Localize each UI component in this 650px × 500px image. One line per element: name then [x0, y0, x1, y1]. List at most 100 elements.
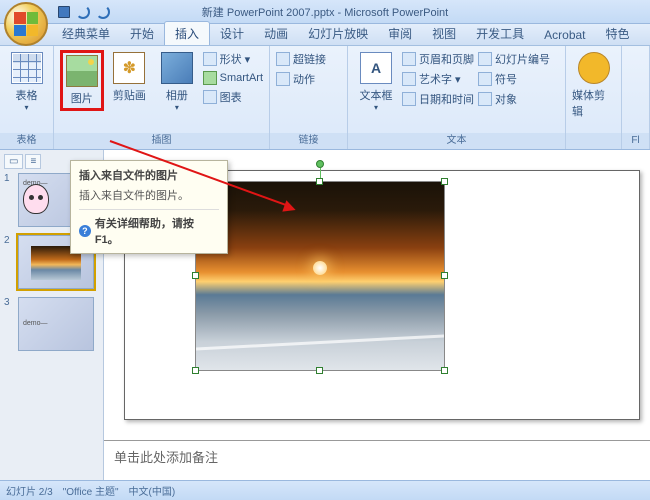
chevron-down-icon [24, 103, 28, 112]
media-icon [578, 52, 610, 84]
ribbon: 表格 表格 图片 剪贴画 相册 形状 ▾ SmartArt [0, 46, 650, 150]
object-button[interactable]: 对象 [478, 90, 550, 108]
textbox-button[interactable]: 文本框 [354, 50, 398, 112]
headerfooter-button[interactable]: 页眉和页脚 [402, 50, 474, 68]
textbox-icon [360, 52, 392, 84]
tab-dev[interactable]: 开发工具 [466, 22, 534, 45]
hyperlink-icon [276, 52, 290, 66]
notes-placeholder: 单击此处添加备注 [114, 450, 218, 465]
undo-icon[interactable] [76, 5, 90, 19]
redo-icon[interactable] [96, 5, 110, 19]
media-label: 媒体剪辑 [572, 87, 615, 119]
group-fl: Fl [622, 46, 650, 149]
datetime-icon [402, 92, 416, 106]
resize-handle-bm[interactable] [316, 367, 323, 374]
group-table: 表格 表格 [0, 46, 54, 149]
action-button[interactable]: 动作 [276, 70, 326, 88]
group-text-label: 文本 [348, 133, 565, 149]
album-button[interactable]: 相册 [155, 50, 199, 112]
status-bar: 幻灯片 2/3 "Office 主题" 中文(中国) [0, 480, 650, 500]
status-theme: "Office 主题" [63, 483, 119, 498]
face-graphic-icon [23, 184, 49, 214]
title-bar: 新建 PowerPoint 2007.pptx - Microsoft Powe… [0, 0, 650, 24]
tooltip-help: ? 有关详细帮助，请按 F1。 [79, 209, 219, 247]
wave-graphic [196, 334, 444, 350]
table-icon [11, 52, 43, 84]
tab-acrobat[interactable]: Acrobat [534, 25, 595, 45]
headerfooter-icon [402, 52, 416, 66]
thumb-tab-slides[interactable]: ▭ [4, 154, 23, 169]
tab-design[interactable]: 设计 [210, 22, 254, 45]
album-icon [161, 52, 193, 84]
resize-handle-tr[interactable] [441, 178, 448, 185]
hyperlink-button[interactable]: 超链接 [276, 50, 326, 68]
picture-label: 图片 [71, 90, 93, 106]
save-icon[interactable] [58, 6, 70, 18]
textbox-label: 文本框 [360, 87, 393, 103]
inserted-image[interactable] [195, 181, 445, 371]
group-text: 文本框 页眉和页脚 艺术字 ▾ 日期和时间 幻灯片编号 符号 对象 文本 [348, 46, 566, 149]
slidenum-icon [478, 52, 492, 66]
tab-view[interactable]: 视图 [422, 22, 466, 45]
group-illustration-label: 插图 [54, 133, 269, 149]
tab-insert[interactable]: 插入 [164, 21, 210, 45]
thumb-tab-outline[interactable]: ≡ [25, 154, 41, 169]
group-links: 超链接 动作 链接 [270, 46, 348, 149]
tooltip-body: 插入来自文件的图片。 [79, 187, 219, 203]
ribbon-tabs: 经典菜单 开始 插入 设计 动画 幻灯片放映 审阅 视图 开发工具 Acroba… [0, 24, 650, 46]
shapes-button[interactable]: 形状 ▾ [203, 50, 263, 68]
thumb-slide-3[interactable]: 3 demo— [4, 297, 99, 351]
group-illustrations: 图片 剪贴画 相册 形状 ▾ SmartArt 图表 插图 [54, 46, 270, 149]
wordart-button[interactable]: 艺术字 ▾ [402, 70, 474, 88]
resize-handle-mr[interactable] [441, 272, 448, 279]
notes-pane[interactable]: 单击此处添加备注 [104, 440, 650, 480]
group-links-label: 链接 [270, 133, 347, 149]
table-label: 表格 [16, 87, 38, 103]
table-button[interactable]: 表格 [6, 50, 47, 112]
resize-handle-tm[interactable] [316, 178, 323, 185]
smartart-button[interactable]: SmartArt [203, 70, 263, 86]
clipart-button[interactable]: 剪贴画 [108, 50, 152, 103]
group-media-label [566, 133, 621, 149]
resize-handle-br[interactable] [441, 367, 448, 374]
chevron-down-icon [374, 103, 378, 112]
tab-home[interactable]: 开始 [120, 22, 164, 45]
window-title: 新建 PowerPoint 2007.pptx - Microsoft Powe… [202, 4, 448, 20]
picture-icon [66, 55, 98, 87]
symbol-button[interactable]: 符号 [478, 70, 550, 88]
slidenum-button[interactable]: 幻灯片编号 [478, 50, 550, 68]
group-table-label: 表格 [0, 133, 53, 149]
chevron-down-icon [175, 103, 179, 112]
tab-animation[interactable]: 动画 [254, 22, 298, 45]
chart-icon [203, 90, 217, 104]
action-icon [276, 72, 290, 86]
symbol-icon [478, 72, 492, 86]
tab-classic[interactable]: 经典菜单 [52, 22, 120, 45]
clipart-icon [113, 52, 145, 84]
media-button[interactable]: 媒体剪辑 [572, 50, 615, 119]
picture-button[interactable]: 图片 [60, 50, 104, 111]
datetime-button[interactable]: 日期和时间 [402, 90, 474, 108]
group-media: 媒体剪辑 [566, 46, 622, 149]
sun-graphic [313, 261, 327, 275]
resize-handle-ml[interactable] [192, 272, 199, 279]
chart-button[interactable]: 图表 [203, 88, 263, 106]
wordart-icon [402, 72, 416, 86]
tab-review[interactable]: 审阅 [378, 22, 422, 45]
shapes-icon [203, 52, 217, 66]
office-logo-icon [14, 12, 38, 36]
status-lang: 中文(中国) [129, 483, 176, 498]
album-label: 相册 [166, 87, 188, 103]
help-icon: ? [79, 225, 91, 237]
group-fl-label: Fl [622, 133, 649, 149]
smartart-icon [203, 71, 217, 85]
clipart-label: 剪贴画 [113, 87, 146, 103]
thumb-preview-3: demo— [18, 297, 94, 351]
tab-slideshow[interactable]: 幻灯片放映 [298, 22, 378, 45]
rotate-handle[interactable] [316, 160, 324, 168]
resize-handle-bl[interactable] [192, 367, 199, 374]
tab-feature[interactable]: 特色 [596, 22, 640, 45]
quick-access-toolbar [58, 5, 110, 19]
office-button[interactable] [4, 2, 48, 46]
tooltip-title: 插入来自文件的图片 [79, 167, 219, 183]
